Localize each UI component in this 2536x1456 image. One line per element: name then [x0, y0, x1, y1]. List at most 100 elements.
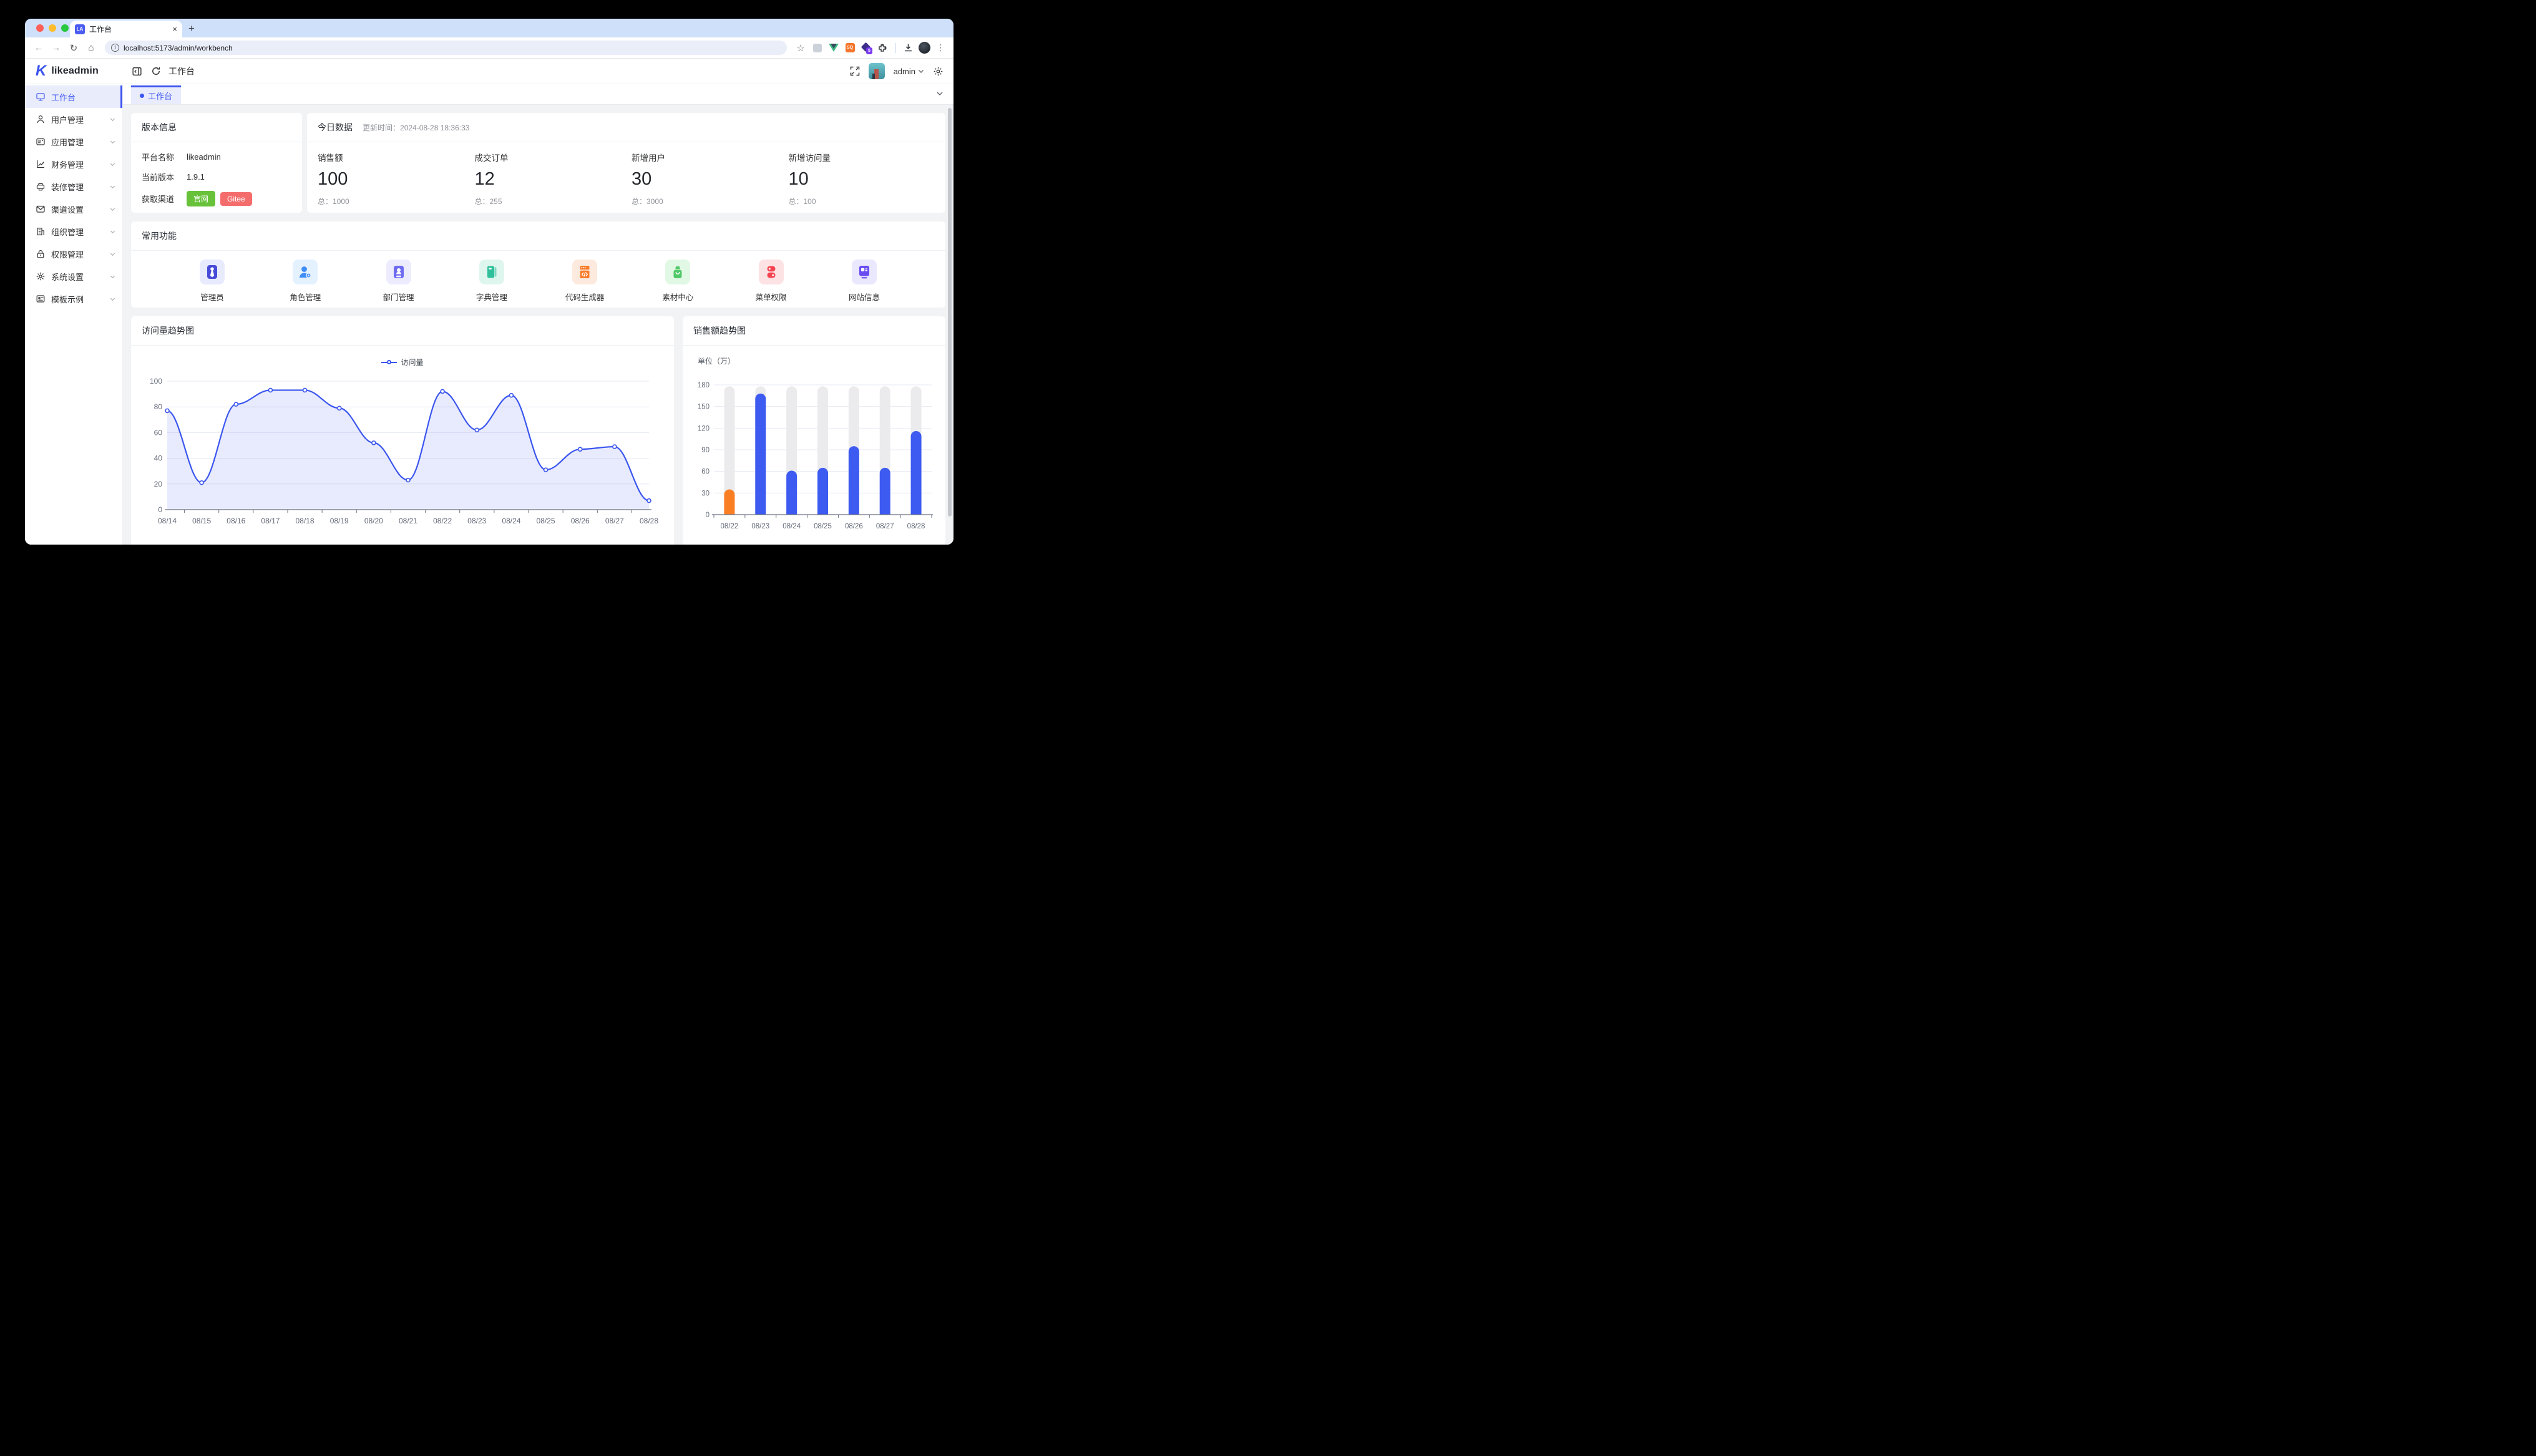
reload-icon[interactable]: ↻ — [66, 42, 81, 54]
address-bar[interactable]: i localhost:5173/admin/workbench — [105, 41, 787, 55]
home-icon[interactable]: ⌂ — [84, 42, 99, 53]
code-icon — [572, 260, 597, 284]
mail-icon — [36, 204, 46, 214]
svg-text:100: 100 — [150, 377, 162, 386]
chevron-down-icon — [109, 206, 116, 213]
username: admin — [894, 67, 915, 76]
sidebar-item-2[interactable]: 应用管理 — [25, 130, 122, 153]
svg-text:08/20: 08/20 — [364, 517, 383, 525]
forward-icon[interactable]: → — [49, 42, 64, 53]
chevron-down-icon — [109, 138, 116, 145]
user-menu[interactable]: admin — [894, 67, 924, 76]
gitee-button[interactable]: Gitee — [220, 192, 252, 206]
quick-item-字典管理[interactable]: 字典管理 — [461, 260, 523, 303]
svg-text:30: 30 — [701, 490, 710, 497]
quick-item-网站信息[interactable]: 网站信息 — [833, 260, 895, 303]
sidebar-item-9[interactable]: 模板示例 — [25, 288, 122, 310]
extension-placeholder-icon[interactable] — [811, 41, 824, 55]
line-chart-legend[interactable]: 访问量 — [131, 357, 674, 367]
extensions-puzzle-icon[interactable] — [875, 41, 889, 55]
fullscreen-icon[interactable] — [850, 66, 860, 76]
browser-menu-icon[interactable]: ⋮ — [934, 42, 947, 53]
svg-text:20: 20 — [154, 480, 163, 488]
back-icon[interactable]: ← — [31, 42, 46, 53]
open-tabs-bar: 工作台 — [123, 84, 953, 105]
quick-item-素材中心[interactable]: 素材中心 — [646, 260, 709, 303]
gear-icon — [36, 271, 46, 281]
sidebar-item-6[interactable]: 组织管理 — [25, 220, 122, 243]
bookmark-star-icon[interactable]: ☆ — [793, 42, 808, 54]
chevron-down-icon — [918, 68, 924, 74]
sidebar-item-8[interactable]: 系统设置 — [25, 265, 122, 288]
download-icon[interactable] — [901, 41, 915, 55]
window-controls — [36, 24, 69, 32]
template-icon — [36, 294, 46, 304]
collapse-sidebar-icon[interactable] — [132, 66, 142, 77]
close-tab-icon[interactable]: × — [172, 24, 177, 34]
svg-text:08/14: 08/14 — [158, 517, 177, 525]
channel-row: 获取渠道官网Gitee — [142, 191, 291, 206]
sales-bar-chart: 030609012015018008/2208/2308/2408/2508/2… — [693, 367, 935, 545]
bar-chart-unit-label: 单位（万） — [698, 356, 945, 366]
sidebar-item-workbench[interactable]: 工作台 — [25, 85, 122, 108]
tab-chip-label: 工作台 — [148, 90, 172, 102]
quick-item-管理员[interactable]: 管理员 — [181, 260, 243, 303]
svg-text:08/18: 08/18 — [296, 517, 315, 525]
minimize-window-button[interactable] — [49, 24, 56, 32]
brand-logo[interactable]: K likeadmin — [25, 64, 123, 79]
browser-profile-avatar[interactable] — [917, 41, 931, 55]
quick-item-角色管理[interactable]: 角色管理 — [274, 260, 336, 303]
user-avatar[interactable] — [869, 63, 885, 79]
finance-icon — [36, 159, 46, 169]
update-time: 更新时间：2024-08-28 18:36:33 — [363, 122, 469, 133]
dept-icon — [386, 260, 411, 284]
dict-icon — [479, 260, 504, 284]
refresh-page-icon[interactable] — [151, 66, 161, 76]
svg-text:40: 40 — [154, 454, 163, 463]
svg-text:08/24: 08/24 — [502, 517, 520, 525]
brand-k-icon: K — [36, 64, 46, 79]
svg-text:08/27: 08/27 — [876, 523, 894, 530]
new-tab-button[interactable]: + — [188, 22, 195, 35]
official-site-button[interactable]: 官网 — [187, 191, 215, 206]
vue-devtools-extension-icon[interactable] — [827, 41, 841, 55]
page-scrollbar[interactable] — [948, 108, 952, 517]
quick-item-部门管理[interactable]: 部门管理 — [368, 260, 430, 303]
quick-item-菜单权限[interactable]: 菜单权限 — [740, 260, 802, 303]
browser-tab[interactable]: LA 工作台 × — [70, 21, 182, 37]
today-card-title: 今日数据 — [318, 121, 353, 133]
svg-text:08/25: 08/25 — [814, 523, 832, 530]
sidebar-item-4[interactable]: 装修管理 — [25, 175, 122, 198]
sq-extension-icon[interactable]: SQ — [843, 41, 857, 55]
browser-tab-strip: LA 工作台 × + — [25, 19, 953, 37]
role-icon — [293, 260, 318, 284]
quick-functions-card: 常用功能 管理员角色管理部门管理字典管理代码生成器素材中心菜单权限网站信息 — [131, 221, 945, 308]
decorate-icon — [36, 182, 46, 192]
svg-text:08/15: 08/15 — [192, 517, 211, 525]
purple-extension-icon[interactable]: 5 — [859, 41, 873, 55]
sidebar-item-7[interactable]: 权限管理 — [25, 243, 122, 265]
visits-trend-card: 访问量趋势图 访问量 02040608010008/1408/1508/1608… — [131, 316, 674, 545]
chevron-down-icon — [109, 251, 116, 258]
bar-chart-title: 销售额趋势图 — [683, 316, 945, 346]
settings-gear-icon[interactable] — [933, 66, 944, 77]
svg-text:08/19: 08/19 — [330, 517, 349, 525]
page-title: 工作台 — [168, 65, 195, 77]
close-window-button[interactable] — [36, 24, 44, 32]
sidebar-item-1[interactable]: 用户管理 — [25, 108, 122, 130]
site-info-icon[interactable]: i — [111, 44, 119, 52]
tabs-dropdown-icon[interactable] — [936, 89, 944, 100]
svg-text:120: 120 — [698, 425, 710, 432]
quick-item-代码生成器[interactable]: 代码生成器 — [554, 260, 616, 303]
today-data-card: 今日数据 更新时间：2024-08-28 18:36:33 销售额100总：10… — [307, 113, 945, 213]
sidebar-item-3[interactable]: 财务管理 — [25, 153, 122, 175]
sidebar-item-5[interactable]: 渠道设置 — [25, 198, 122, 220]
version-row: 平台名称likeadmin — [142, 151, 291, 163]
maximize-window-button[interactable] — [61, 24, 69, 32]
menu-icon — [759, 260, 784, 284]
chevron-down-icon — [109, 296, 116, 303]
material-icon — [665, 260, 690, 284]
tab-chip-workbench[interactable]: 工作台 — [131, 85, 181, 104]
stat-成交订单: 成交订单12总：255 — [475, 151, 632, 206]
sidebar: 工作台用户管理应用管理财务管理装修管理渠道设置组织管理权限管理系统设置模板示例 — [25, 84, 123, 545]
